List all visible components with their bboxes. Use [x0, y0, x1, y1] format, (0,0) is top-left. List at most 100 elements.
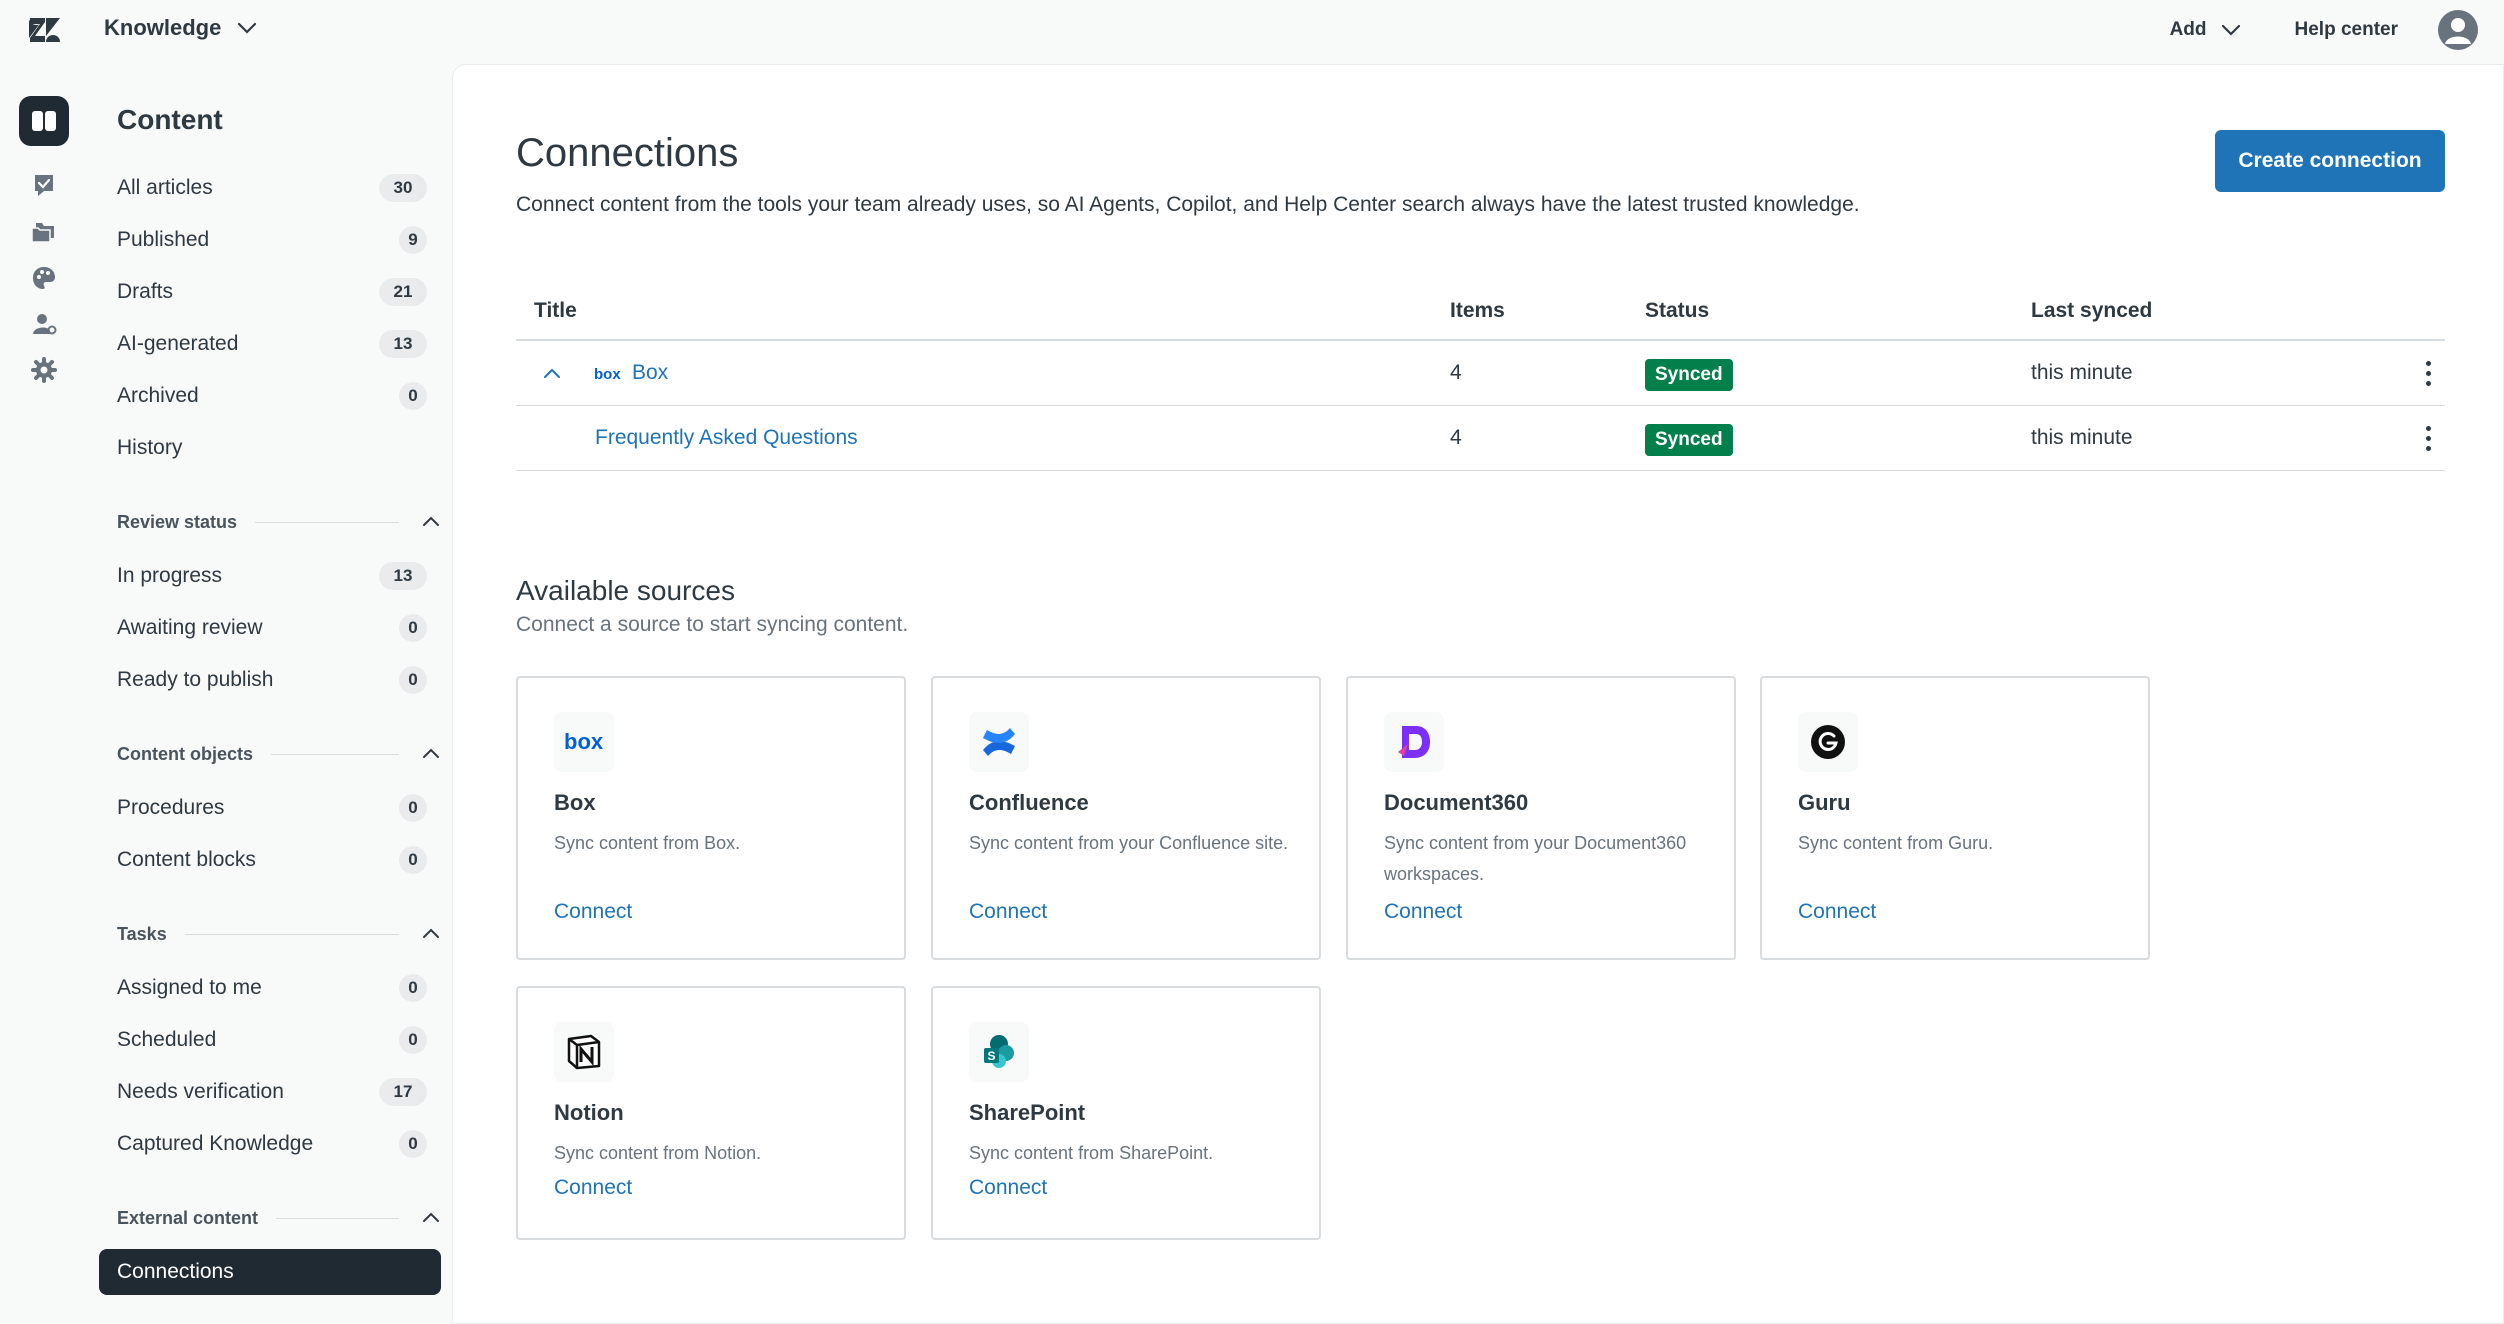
sidebar-item-content-blocks[interactable]: Content blocks 0: [99, 837, 441, 883]
source-description: Sync content from Box.: [554, 833, 741, 853]
source-description: Sync content from SharePoint.: [969, 1143, 1214, 1163]
count-badge: 0: [399, 382, 427, 410]
connect-link[interactable]: Connect: [1798, 900, 1876, 924]
sidebar-item-label: Assigned to me: [117, 976, 262, 999]
column-header-items[interactable]: Items: [1450, 299, 1505, 323]
document360-logo-icon: [1384, 712, 1444, 772]
sidebar-item-all-articles[interactable]: All articles 30: [99, 165, 441, 211]
sidebar-item-awaiting-review[interactable]: Awaiting review 0: [99, 605, 441, 651]
product-rail: [0, 64, 88, 1324]
section-content-objects[interactable]: Content objects: [117, 739, 441, 769]
source-name: Confluence: [969, 790, 1089, 815]
source-description: Sync content from your Confluence site.: [969, 833, 1289, 853]
items-count: 4: [1450, 361, 1462, 384]
rail-themes[interactable]: [19, 253, 69, 303]
section-title: External content: [117, 1207, 259, 1228]
sidebar-item-scheduled[interactable]: Scheduled 0: [99, 1017, 441, 1063]
sidebar-item-label: Ready to publish: [117, 668, 274, 691]
sidebar-item-label: Procedures: [117, 796, 225, 819]
sidebar-item-drafts[interactable]: Drafts 21: [99, 269, 441, 315]
sidebar-item-connections[interactable]: Connections: [99, 1249, 441, 1295]
last-synced: this minute: [2031, 426, 2133, 449]
sidebar-item-label: All articles: [117, 176, 213, 199]
sidebar-title: Content: [117, 104, 223, 135]
sidebar-item-in-progress[interactable]: In progress 13: [99, 553, 441, 599]
chevron-up-icon: [423, 1212, 439, 1222]
review-check-icon: [35, 175, 53, 196]
svg-text:S: S: [988, 1049, 996, 1063]
sidebar-item-label: Content blocks: [117, 848, 256, 871]
connect-link[interactable]: Connect: [1384, 900, 1462, 924]
connection-title-link[interactable]: Frequently Asked Questions: [595, 426, 858, 450]
sidebar-item-ready-to-publish[interactable]: Ready to publish 0: [99, 657, 441, 703]
sidebar-item-label: Captured Knowledge: [117, 1132, 314, 1155]
chevron-down-icon: [238, 22, 257, 34]
source-card-notion[interactable]: Notion Sync content from Notion. Connect: [516, 986, 906, 1240]
sharepoint-logo-icon: S: [969, 1022, 1029, 1082]
sidebar-item-ai-generated[interactable]: AI-generated 13: [99, 321, 441, 367]
svg-text:box: box: [564, 731, 604, 753]
section-title: Review status: [117, 511, 238, 532]
chevron-up-icon[interactable]: [542, 365, 562, 381]
column-header-status[interactable]: Status: [1645, 299, 1709, 323]
rail-settings[interactable]: [19, 345, 69, 395]
help-center-link[interactable]: Help center: [2295, 19, 2398, 41]
rail-files[interactable]: [19, 207, 69, 257]
available-sources-description: Connect a source to start syncing conten…: [516, 613, 909, 636]
source-card-guru[interactable]: Guru Sync content from Guru. Connect: [1760, 676, 2150, 960]
count-badge: 0: [399, 846, 427, 874]
connection-title-link[interactable]: Box: [632, 361, 668, 385]
rail-content[interactable]: [19, 96, 69, 146]
section-title: Tasks: [117, 923, 167, 944]
zendesk-logo-icon[interactable]: [28, 16, 62, 44]
sidebar-item-captured-knowledge[interactable]: Captured Knowledge 0: [99, 1121, 441, 1167]
count-badge: 0: [399, 794, 427, 822]
top-bar: Knowledge Add Help center: [0, 0, 2504, 64]
row-actions-menu-icon[interactable]: [2416, 422, 2440, 454]
palette-icon: [33, 267, 55, 289]
create-connection-button[interactable]: Create connection: [2215, 130, 2445, 192]
sidebar-item-label: Published: [117, 228, 210, 251]
chevron-up-icon: [423, 748, 439, 758]
sidebar-item-needs-verification[interactable]: Needs verification 17: [99, 1069, 441, 1115]
main-panel: Connections Connect content from the too…: [452, 64, 2504, 1324]
avatar[interactable]: [2438, 10, 2478, 50]
rail-review[interactable]: [19, 160, 69, 210]
sidebar-item-assigned-to-me[interactable]: Assigned to me 0: [99, 965, 441, 1011]
sidebar-item-published[interactable]: Published 9: [99, 217, 441, 263]
connect-link[interactable]: Connect: [969, 1176, 1047, 1200]
source-name: Guru: [1798, 790, 1851, 815]
folders-icon: [31, 223, 54, 243]
connections-table: Title Items Status Last synced box Box 4…: [516, 285, 2445, 471]
connect-link[interactable]: Connect: [969, 900, 1047, 924]
count-badge: 0: [399, 666, 427, 694]
source-card-document360[interactable]: Document360 Sync content from your Docum…: [1346, 676, 1736, 960]
product-switcher[interactable]: Knowledge: [104, 15, 259, 41]
sidebar-item-label: Connections: [117, 1260, 234, 1283]
rail-users[interactable]: [19, 299, 69, 349]
count-badge: 0: [399, 1130, 427, 1158]
section-tasks[interactable]: Tasks: [117, 919, 441, 949]
connect-link[interactable]: Connect: [554, 900, 632, 924]
divider: [255, 521, 399, 523]
sidebar-item-procedures[interactable]: Procedures 0: [99, 785, 441, 831]
sidebar-item-label: Awaiting review: [117, 616, 263, 639]
section-external-content[interactable]: External content: [117, 1203, 441, 1233]
source-card-sharepoint[interactable]: S SharePoint Sync content from SharePoin…: [931, 986, 1321, 1240]
add-menu-button[interactable]: Add: [2170, 18, 2243, 42]
notion-logo-icon: [554, 1022, 614, 1082]
source-card-box[interactable]: box Box Sync content from Box. Connect: [516, 676, 906, 960]
sidebar-item-history[interactable]: History: [99, 425, 441, 471]
source-card-confluence[interactable]: Confluence Sync content from your Conflu…: [931, 676, 1321, 960]
row-actions-menu-icon[interactable]: [2416, 357, 2440, 389]
count-badge: 13: [379, 330, 427, 358]
divider: [276, 1217, 399, 1219]
column-header-title[interactable]: Title: [534, 299, 577, 323]
divider: [184, 933, 399, 935]
source-description: Sync content from Guru.: [1798, 833, 1994, 853]
section-review-status[interactable]: Review status: [117, 507, 441, 537]
connect-link[interactable]: Connect: [554, 1176, 632, 1200]
box-logo-icon: box: [554, 712, 614, 772]
column-header-last-synced[interactable]: Last synced: [2031, 299, 2152, 323]
sidebar-item-archived[interactable]: Archived 0: [99, 373, 441, 419]
